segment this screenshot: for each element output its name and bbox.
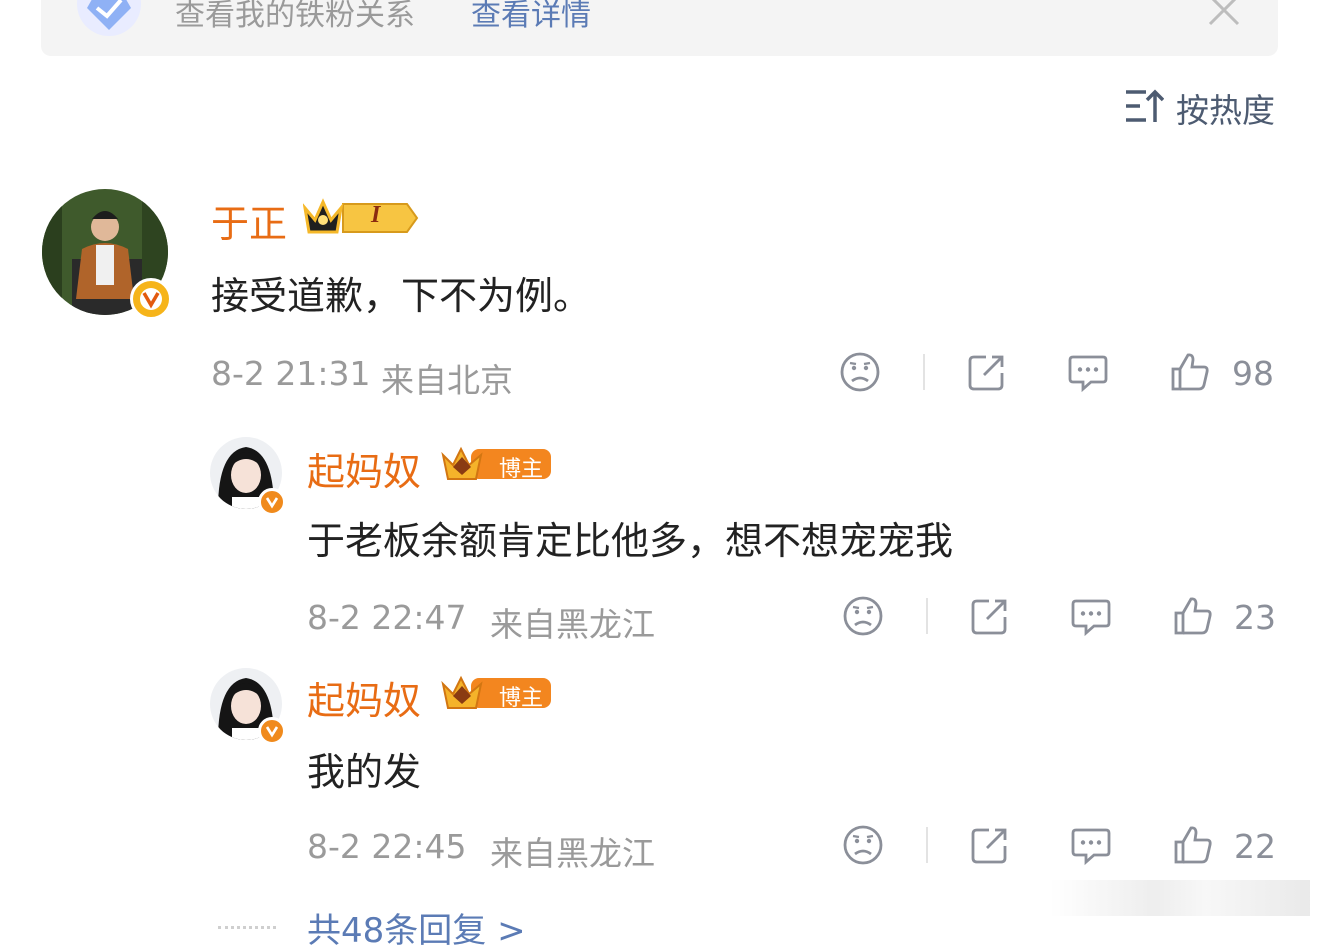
like-count: 22	[1234, 827, 1276, 866]
reply-icon[interactable]	[1069, 823, 1113, 867]
comment-username[interactable]: 于正	[211, 193, 287, 248]
badge-level-text: I	[371, 202, 381, 228]
close-icon[interactable]	[1206, 0, 1242, 28]
reply-text: 于老板余额肯定比他多，想不想宠宠我	[307, 519, 954, 563]
badge-text: 博主	[499, 457, 544, 482]
action-divider	[926, 827, 928, 863]
dislike-icon[interactable]	[841, 594, 885, 638]
share-icon[interactable]	[968, 594, 1012, 638]
reply-username[interactable]: 起妈奴	[307, 670, 421, 725]
reply-time: 8-2 22:47	[307, 598, 467, 637]
action-divider	[923, 354, 925, 390]
reply-time: 8-2 22:45	[307, 827, 467, 866]
thread-dots	[218, 922, 276, 929]
reply-icon[interactable]	[1069, 594, 1113, 638]
like-count: 23	[1234, 598, 1276, 637]
watermark	[1050, 880, 1310, 916]
blogger-badge: 博主	[441, 672, 553, 712]
view-details-link[interactable]: 查看详情	[471, 0, 591, 34]
sort-label: 按热度	[1176, 91, 1275, 130]
like-icon[interactable]	[1171, 823, 1215, 867]
action-divider	[926, 598, 928, 634]
verified-badge-icon	[258, 488, 286, 516]
comment-text: 接受道歉，下不为例。	[211, 274, 592, 318]
share-icon[interactable]	[965, 350, 1009, 394]
comment-location: 来自北京	[381, 361, 513, 400]
comment-time: 8-2 21:31	[211, 354, 371, 393]
reply-location: 来自黑龙江	[490, 605, 655, 644]
reply-location: 来自黑龙江	[490, 834, 655, 873]
share-icon[interactable]	[968, 823, 1012, 867]
fan-relation-banner[interactable]: 查看我的铁粉关系 查看详情	[41, 0, 1278, 56]
badge-text: 博主	[499, 686, 544, 711]
blogger-badge: 博主	[441, 443, 553, 483]
reply-icon[interactable]	[1066, 350, 1110, 394]
crown-level-badge: I	[302, 198, 421, 238]
verified-badge-icon	[258, 717, 286, 745]
reply-text: 我的发	[307, 750, 422, 794]
like-icon[interactable]	[1171, 594, 1215, 638]
verified-badge-icon	[130, 278, 172, 320]
like-count: 98	[1232, 354, 1274, 393]
sort-icon	[1124, 88, 1165, 128]
dislike-icon[interactable]	[838, 350, 882, 394]
more-replies-link[interactable]: 共48条回复 >	[307, 903, 526, 952]
diamond-shield-icon	[73, 0, 145, 36]
like-icon[interactable]	[1168, 350, 1212, 394]
banner-text: 查看我的铁粉关系	[175, 0, 415, 33]
dislike-icon[interactable]	[841, 823, 885, 867]
reply-username[interactable]: 起妈奴	[307, 441, 421, 496]
sort-by-hot-button[interactable]: 按热度	[1124, 86, 1275, 130]
